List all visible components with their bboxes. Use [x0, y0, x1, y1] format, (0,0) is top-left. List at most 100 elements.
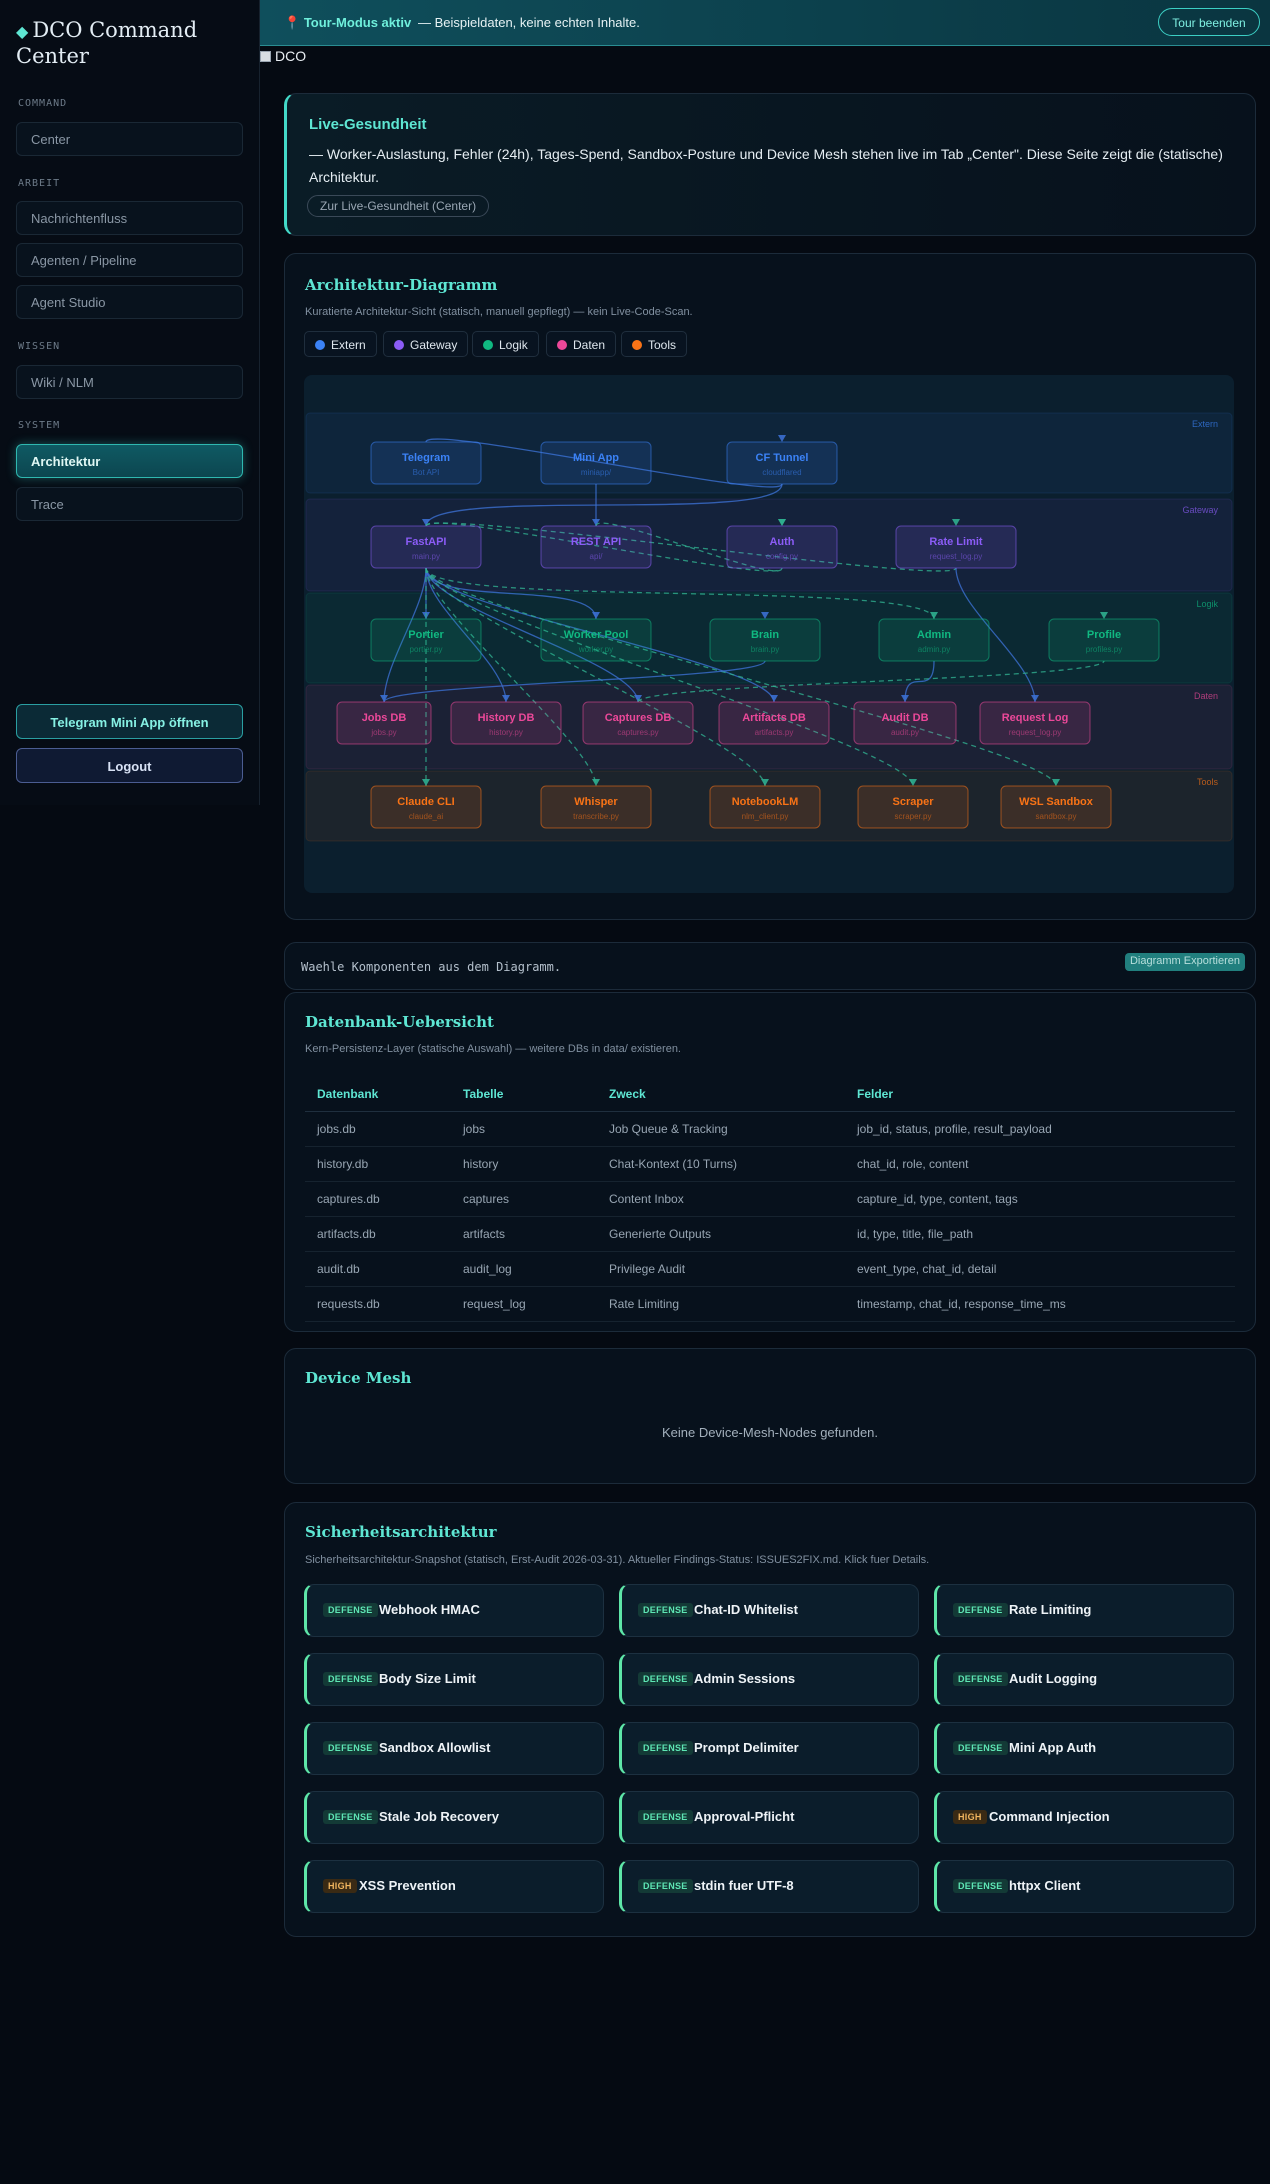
- live-health-card: Live-Gesundheit — Worker-Auslastung, Feh…: [284, 93, 1256, 236]
- security-item[interactable]: DEFENSE Audit Logging: [934, 1653, 1234, 1706]
- node-miniapp[interactable]: Mini App miniapp/: [540, 441, 652, 485]
- export-diagram-button[interactable]: Diagramm Exportieren: [1125, 953, 1245, 971]
- security-item[interactable]: DEFENSE Prompt Delimiter: [619, 1722, 919, 1775]
- security-item-name: XSS Prevention: [359, 1878, 456, 1893]
- node-label: Brain: [751, 629, 779, 641]
- table-cell: timestamp, chat_id, response_time_ms: [845, 1286, 1235, 1322]
- table-cell: capture_id, type, content, tags: [845, 1181, 1235, 1217]
- node-label: Worker Pool: [564, 629, 629, 641]
- node-brain[interactable]: Brain brain.py: [709, 618, 821, 662]
- sidebar-item-agent-studio[interactable]: Agent Studio: [16, 285, 243, 319]
- security-item[interactable]: DEFENSE httpx Client: [934, 1860, 1234, 1913]
- node-sublabel: config.py: [766, 552, 798, 561]
- checkbox-icon[interactable]: [260, 51, 271, 62]
- sidebar-item-trace[interactable]: Trace: [16, 487, 243, 521]
- node-restapi[interactable]: REST API api/: [540, 525, 652, 569]
- sidebar-item-architektur[interactable]: Architektur: [16, 444, 243, 478]
- node-ratelimit[interactable]: Rate Limit request_log.py: [895, 525, 1017, 569]
- legend-extern[interactable]: Extern: [304, 331, 377, 357]
- node-notebooklm[interactable]: NotebookLM nlm_client.py: [709, 785, 821, 829]
- node-whisper[interactable]: Whisper transcribe.py: [540, 785, 652, 829]
- section-wissen-label: WISSEN: [18, 341, 61, 352]
- dco-toggle[interactable]: DCO: [260, 48, 306, 64]
- node-jobsdb[interactable]: Jobs DB jobs.py: [336, 701, 432, 745]
- layer-label: Tools: [1197, 777, 1219, 787]
- table-row: audit.db audit_log Privilege Audit event_ty…: [305, 1251, 1235, 1287]
- tour-banner: 📍 Tour-Modus aktiv — Beispieldaten, kein…: [260, 0, 1270, 46]
- architecture-subtitle: Kuratierte Architektur-Sicht (statisch, …: [305, 306, 693, 318]
- node-capturesdb[interactable]: Captures DB captures.py: [582, 701, 694, 745]
- node-portier[interactable]: Portier portier.py: [370, 618, 482, 662]
- legend-daten[interactable]: Daten: [546, 331, 617, 357]
- node-label: Whisper: [574, 796, 618, 808]
- legend-tools[interactable]: Tools: [621, 331, 688, 357]
- component-details-message: Waehle Komponenten aus dem Diagramm.: [301, 960, 562, 974]
- table-cell: Privilege Audit: [597, 1251, 845, 1287]
- security-item-name: httpx Client: [1009, 1878, 1081, 1893]
- database-title: Datenbank-Uebersicht: [305, 1013, 494, 1031]
- node-label: Mini App: [573, 452, 619, 464]
- node-label: Profile: [1087, 629, 1121, 641]
- sidebar-item-agenten-pipeline[interactable]: Agenten / Pipeline: [16, 243, 243, 277]
- security-item[interactable]: DEFENSE Body Size Limit: [304, 1653, 604, 1706]
- security-item[interactable]: DEFENSE stdin fuer UTF-8: [619, 1860, 919, 1913]
- table-row: requests.db request_log Rate Limiting times…: [305, 1286, 1235, 1322]
- live-health-title: Live-Gesundheit: [309, 116, 427, 133]
- node-wslsandbox[interactable]: WSL Sandbox sandbox.py: [1000, 785, 1112, 829]
- node-workerpool[interactable]: Worker Pool worker.py: [540, 618, 652, 662]
- security-title: Sicherheitsarchitektur: [305, 1523, 497, 1541]
- security-item[interactable]: DEFENSE Chat-ID Whitelist: [619, 1584, 919, 1637]
- tour-text: — Beispieldaten, keine echten Inhalte.: [418, 15, 640, 30]
- node-scraper[interactable]: Scraper scraper.py: [857, 785, 969, 829]
- live-health-link[interactable]: Zur Live-Gesundheit (Center): [307, 195, 490, 217]
- security-item[interactable]: HIGH Command Injection: [934, 1791, 1234, 1844]
- node-label: Scraper: [893, 796, 935, 808]
- security-item-name: Admin Sessions: [694, 1671, 796, 1686]
- node-claudecli[interactable]: Claude CLI claude_ai: [370, 785, 482, 829]
- diamond-icon: ◆: [16, 22, 29, 41]
- end-tour-button[interactable]: Tour beenden: [1158, 8, 1260, 36]
- sidebar-item-center[interactable]: Center: [16, 122, 243, 156]
- security-item[interactable]: DEFENSE Webhook HMAC: [304, 1584, 604, 1637]
- security-item[interactable]: DEFENSE Mini App Auth: [934, 1722, 1234, 1775]
- device-mesh-card: Device Mesh Keine Device-Mesh-Nodes gefu…: [284, 1348, 1256, 1484]
- security-item[interactable]: DEFENSE Stale Job Recovery: [304, 1791, 604, 1844]
- database-card: Datenbank-Uebersicht Kern-Persistenz-Lay…: [284, 992, 1256, 1332]
- security-item-name: Body Size Limit: [379, 1671, 476, 1686]
- security-item-name: Command Injection: [989, 1809, 1110, 1824]
- table-cell: id, type, title, file_path: [845, 1216, 1235, 1252]
- security-item[interactable]: DEFENSE Admin Sessions: [619, 1653, 919, 1706]
- sidebar-item-nachrichtenfluss[interactable]: Nachrichtenfluss: [16, 201, 243, 235]
- security-item[interactable]: HIGH XSS Prevention: [304, 1860, 604, 1913]
- node-label: Admin: [917, 629, 952, 641]
- security-item[interactable]: DEFENSE Approval-Pflicht: [619, 1791, 919, 1844]
- security-item[interactable]: DEFENSE Rate Limiting: [934, 1584, 1234, 1637]
- node-sublabel: request_log.py: [1009, 728, 1061, 737]
- node-cftunnel[interactable]: CF Tunnel cloudflared: [726, 441, 838, 485]
- table-cell: jobs: [451, 1111, 597, 1147]
- telegram-mini-app-button[interactable]: Telegram Mini App öffnen: [16, 704, 243, 739]
- node-sublabel: cloudflared: [762, 468, 801, 477]
- node-telegram[interactable]: Telegram Bot API: [370, 441, 482, 485]
- node-historydb[interactable]: History DB history.py: [450, 701, 562, 745]
- security-item-name: Stale Job Recovery: [379, 1809, 499, 1824]
- node-label: History DB: [478, 712, 535, 724]
- legend-gateway[interactable]: Gateway: [383, 331, 469, 357]
- section-arbeit-label: ARBEIT: [18, 178, 61, 189]
- node-sublabel: claude_ai: [409, 812, 443, 821]
- node-admin[interactable]: Admin admin.py: [878, 618, 990, 662]
- legend-logik[interactable]: Logik: [472, 331, 539, 357]
- severity-badge: DEFENSE: [323, 1603, 378, 1617]
- node-fastapi[interactable]: FastAPI main.py: [370, 525, 482, 569]
- node-auditdb[interactable]: Audit DB audit.py: [853, 701, 957, 745]
- node-sublabel: history.py: [489, 728, 523, 737]
- node-auth[interactable]: Auth config.py: [726, 525, 838, 569]
- security-item-name: Rate Limiting: [1009, 1602, 1092, 1617]
- node-artifactsdb[interactable]: Artifacts DB artifacts.py: [718, 701, 830, 745]
- node-requestlog[interactable]: Request Log request_log.py: [979, 701, 1091, 745]
- node-profile[interactable]: Profile profiles.py: [1048, 618, 1160, 662]
- logout-button[interactable]: Logout: [16, 748, 243, 783]
- severity-badge: HIGH: [953, 1810, 987, 1824]
- security-item[interactable]: DEFENSE Sandbox Allowlist: [304, 1722, 604, 1775]
- sidebar-item-wiki-nlm[interactable]: Wiki / NLM: [16, 365, 243, 399]
